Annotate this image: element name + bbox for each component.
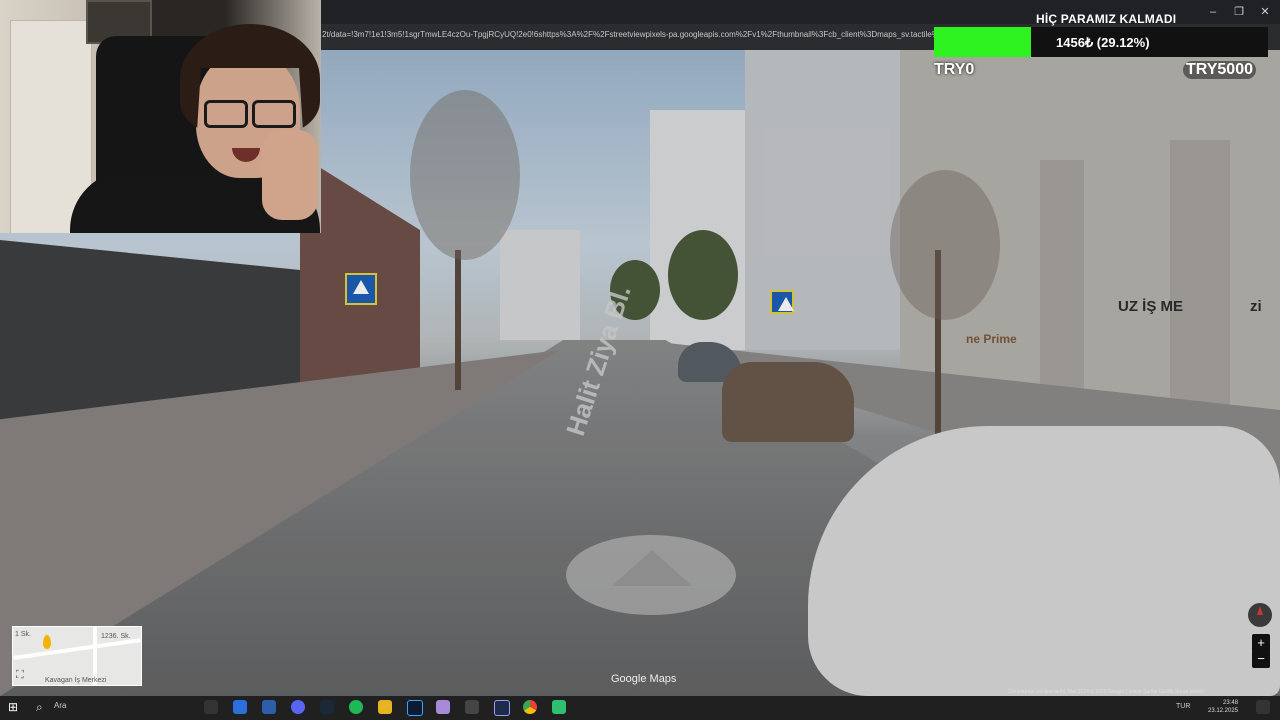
hud-title: HİÇ PARAMIZ KALMADI [1036, 12, 1177, 26]
minimap-place-label: Kavagan İş Merkezi [45, 677, 107, 684]
zoom-out-button[interactable]: − [1252, 650, 1270, 668]
money-amount: 1456₺ (29.12%) [1056, 35, 1150, 50]
search-icon[interactable]: ⌕ [36, 700, 43, 715]
discord-icon[interactable] [291, 700, 305, 714]
glasses-lens [204, 100, 248, 128]
money-max-label: TRY5000 [1183, 61, 1256, 79]
map-footer-links[interactable]: Görüntünün çekilme tarihi: Mar 2024 © 20… [1008, 689, 1204, 695]
chrome-icon[interactable] [523, 700, 537, 714]
capcut-icon[interactable] [465, 700, 479, 714]
premiere-icon[interactable] [494, 700, 510, 716]
webcam-overlay [0, 0, 321, 233]
copilot-icon[interactable] [233, 700, 247, 714]
google-maps-logo: Google Maps [611, 673, 677, 685]
expand-icon[interactable]: ⛶ [16, 669, 28, 681]
location-pin-icon [43, 635, 51, 649]
spotify-icon[interactable] [349, 700, 363, 714]
taskbar-search[interactable]: Ara [54, 701, 66, 710]
minimap[interactable]: 1 Sk. 1236. Sk. ⛶ Kavagan İş Merkezi [12, 626, 142, 686]
glasses [204, 100, 296, 128]
notification-icon[interactable] [1256, 700, 1270, 714]
app-icon[interactable] [262, 700, 276, 714]
compass-icon[interactable] [1248, 603, 1272, 627]
clock-time: 23:48 [1223, 700, 1239, 706]
streamer-hand [262, 130, 318, 220]
clock-date: 23.12.2025 [1208, 708, 1239, 714]
task-view-icon[interactable] [204, 700, 218, 714]
app-icon[interactable] [436, 700, 450, 714]
steam-icon[interactable] [320, 700, 334, 714]
screen: – ❐ ✕ 2t/data=!3m7!1e1!3m5!1sgrTmwLE4czO… [0, 0, 1280, 720]
system-clock[interactable]: 23:48 23.12.2025 [1208, 699, 1238, 715]
money-hud: HİÇ PARAMIZ KALMADI 1456₺ (29.12%) TRY0 … [934, 10, 1268, 80]
taskbar: ⊞ ⌕ Ara TUR 23:48 23.12.2025 [0, 696, 1280, 720]
url-text[interactable]: 2t/data=!3m7!1e1!3m5!1sgrTmwLE4czOu-Tpgj… [322, 30, 942, 39]
glasses-lens [252, 100, 296, 128]
input-language[interactable]: TUR [1176, 703, 1190, 710]
file-explorer-icon[interactable] [378, 700, 392, 714]
minimap-street-label: 1236. Sk. [101, 633, 131, 640]
start-button[interactable]: ⊞ [8, 701, 20, 713]
money-progress-fill [934, 27, 1032, 57]
photoshop-icon[interactable] [407, 700, 423, 716]
minimap-street-label: 1 Sk. [15, 631, 31, 638]
money-progress-bar: 1456₺ (29.12%) [934, 27, 1268, 57]
minimap-road [13, 638, 141, 660]
money-min-label: TRY0 [934, 61, 975, 78]
app-icon[interactable] [552, 700, 566, 714]
